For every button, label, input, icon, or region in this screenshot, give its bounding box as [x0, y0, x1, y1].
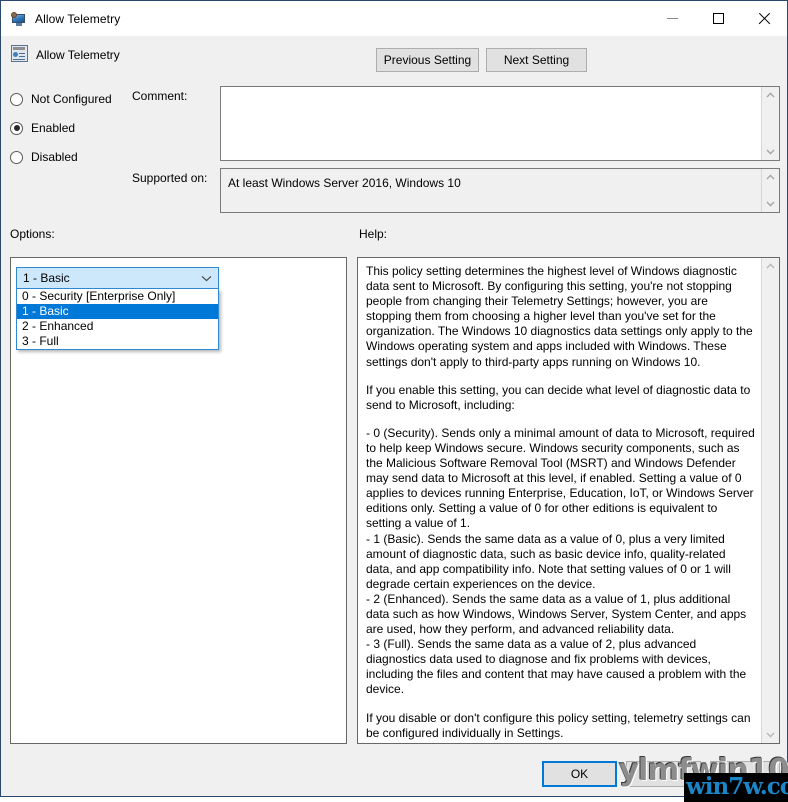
setting-title: Allow Telemetry — [36, 48, 120, 62]
dropdown-option-0[interactable]: 0 - Security [Enterprise Only] — [17, 289, 218, 304]
close-icon — [758, 12, 771, 25]
scroll-up-icon[interactable] — [762, 258, 779, 274]
minimize-button[interactable] — [649, 1, 695, 36]
radio-disabled-label: Disabled — [31, 150, 78, 164]
help-paragraph-1: If you enable this setting, you can deci… — [366, 382, 751, 412]
cancel-button[interactable] — [626, 761, 701, 787]
scroll-up-icon[interactable] — [762, 169, 779, 185]
title-bar: Allow Telemetry — [1, 1, 787, 36]
radio-not-configured-label: Not Configured — [31, 92, 112, 106]
supported-on-value: At least Windows Server 2016, Windows 10 — [228, 176, 461, 190]
chevron-down-icon — [201, 268, 212, 288]
close-button[interactable] — [741, 1, 787, 36]
scroll-down-icon[interactable] — [762, 144, 779, 160]
help-text-body: This policy setting determines the highe… — [366, 264, 755, 754]
radio-disabled-indicator — [10, 150, 23, 164]
help-paragraph-0: This policy setting determines the highe… — [366, 264, 753, 369]
help-scrollbar[interactable] — [761, 258, 779, 743]
supported-on-label: Supported on: — [132, 171, 208, 185]
help-panel: This policy setting determines the highe… — [357, 257, 780, 744]
window-controls — [649, 1, 787, 36]
maximize-icon — [712, 13, 724, 24]
radio-disabled[interactable]: Disabled — [10, 150, 78, 164]
previous-setting-button[interactable]: Previous Setting — [376, 48, 479, 72]
telemetry-level-value: 1 - Basic — [23, 271, 70, 285]
comment-field[interactable] — [220, 86, 780, 161]
supported-on-scrollbar[interactable] — [761, 169, 779, 212]
next-setting-button[interactable]: Next Setting — [486, 48, 587, 72]
help-paragraph-3: - 1 (Basic). Sends the same data as a va… — [366, 531, 731, 591]
radio-enabled-label: Enabled — [31, 121, 76, 135]
scroll-down-icon[interactable] — [762, 196, 779, 212]
radio-enabled-indicator — [10, 121, 23, 135]
dropdown-option-3[interactable]: 3 - Full — [17, 334, 218, 349]
help-paragraph-5: - 3 (Full). Sends the same data as a val… — [366, 637, 747, 697]
apply-button[interactable] — [710, 761, 780, 787]
radio-not-configured-indicator — [10, 92, 23, 106]
telemetry-level-combobox[interactable]: 1 - Basic — [16, 267, 219, 289]
scroll-down-icon[interactable] — [762, 727, 779, 743]
dialog-window: Allow Telemetry Allow Telemetry Previous… — [0, 0, 788, 802]
window-title: Allow Telemetry — [35, 11, 121, 26]
help-paragraph-4: - 2 (Enhanced). Sends the same data as a… — [366, 591, 747, 637]
policy-setting-icon — [11, 45, 28, 62]
policy-monitor-icon — [11, 11, 27, 27]
scroll-up-icon[interactable] — [762, 87, 779, 103]
minimize-icon — [666, 18, 678, 19]
help-paragraph-6: If you disable or don't configure this p… — [366, 710, 751, 740]
supported-on-field[interactable]: At least Windows Server 2016, Windows 10 — [220, 168, 780, 213]
comment-label: Comment: — [132, 89, 188, 103]
radio-enabled[interactable]: Enabled — [10, 121, 75, 135]
ok-button[interactable]: OK — [542, 761, 617, 787]
telemetry-level-dropdown-list[interactable]: 0 - Security [Enterprise Only] 1 - Basic… — [16, 289, 219, 350]
options-label: Options: — [10, 227, 55, 241]
comment-scrollbar[interactable] — [761, 87, 779, 160]
help-label: Help: — [359, 227, 388, 241]
dropdown-option-1[interactable]: 1 - Basic — [17, 304, 218, 319]
dropdown-option-2[interactable]: 2 - Enhanced — [17, 319, 218, 334]
radio-not-configured[interactable]: Not Configured — [10, 92, 112, 106]
help-paragraph-2: - 0 (Security). Sends only a minimal amo… — [366, 425, 755, 531]
maximize-button[interactable] — [695, 1, 741, 36]
